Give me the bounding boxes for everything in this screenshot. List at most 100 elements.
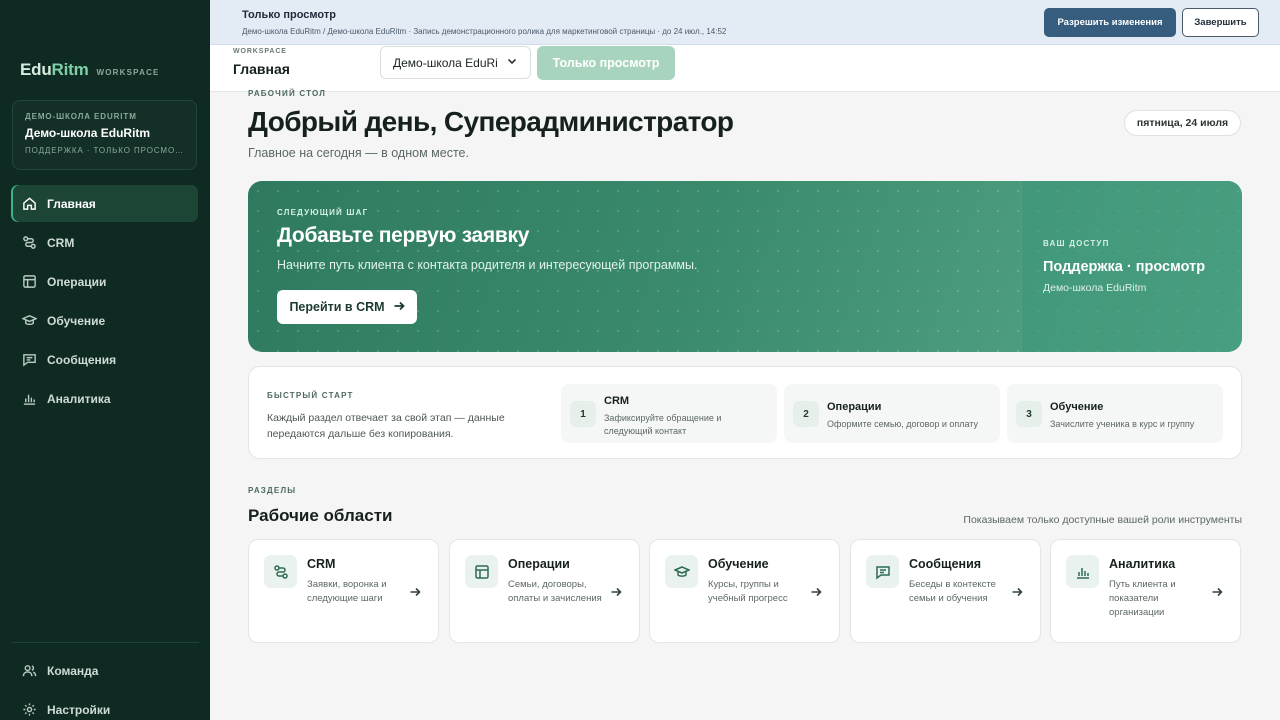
logo[interactable]: EduRitm WORKSPACE	[20, 60, 160, 80]
school-select-value: Демо-школа EduRi	[393, 55, 498, 70]
access-kicker: ВАШ ДОСТУП	[1043, 239, 1110, 248]
step-title: Операции	[827, 401, 882, 413]
org-role: ПОДДЕРЖКА · ТОЛЬКО ПРОСМОТР	[25, 146, 184, 155]
hero-kicker: СЛЕДУЮЩИЙ ШАГ	[277, 208, 369, 217]
workspace-header: WORKSPACE Главная Демо-школа EduRi Тольк…	[210, 45, 1280, 92]
table-icon	[465, 555, 498, 588]
quick-step-crm[interactable]: 1 CRM Зафиксируйте обращение и следующий…	[561, 384, 777, 443]
sidebar-item-home[interactable]: Главная	[11, 185, 198, 222]
sidebar-item-team[interactable]: Команда	[11, 652, 198, 689]
sidebar-item-label: Главная	[47, 196, 96, 211]
readonly-banner: Только просмотр Демо-школа EduRitm / Дем…	[210, 0, 1280, 45]
greeting-subtitle: Главное на сегодня — в одном месте.	[248, 146, 469, 160]
step-title: Обучение	[1050, 401, 1104, 413]
banner-title: Только просмотр	[242, 9, 336, 21]
chart-icon	[21, 391, 37, 407]
card-description: Семьи, договоры, оплаты и зачисления	[508, 579, 602, 604]
step-number: 2	[793, 401, 819, 427]
sidebar-item-learning[interactable]: Обучение	[11, 302, 198, 339]
workspace-card-crm[interactable]: CRM Заявки, воронка и следующие шаги	[248, 539, 439, 643]
school-select[interactable]: Демо-школа EduRi	[380, 46, 531, 79]
workspace-kicker: WORKSPACE	[233, 48, 287, 55]
sidebar-divider	[12, 642, 199, 643]
workspace-card-messages[interactable]: Сообщения Беседы в контексте семьи и обу…	[850, 539, 1041, 643]
access-panel: ВАШ ДОСТУП Поддержка · просмотр Демо-шко…	[1021, 181, 1242, 352]
sidebar-item-settings[interactable]: Настройки	[11, 691, 198, 720]
sidebar-item-label: Операции	[47, 274, 107, 289]
greeting-heading: Добрый день, Суперадминистратор	[248, 106, 734, 137]
crm-icon	[21, 235, 37, 251]
readonly-badge: Только просмотр	[537, 46, 675, 80]
arrow-right-icon	[1211, 585, 1223, 597]
arrow-right-icon	[810, 585, 822, 597]
logo-subtitle: WORKSPACE	[96, 68, 160, 77]
quick-start-card: БЫСТРЫЙ СТАРТ Каждый раздел отвечает за …	[248, 366, 1242, 459]
logo-text: EduRitm	[20, 60, 89, 79]
card-title: CRM	[307, 557, 336, 571]
quick-step-learning[interactable]: 3 Обучение Зачислите ученика в курс и гр…	[1007, 384, 1223, 443]
organization-switcher[interactable]: ДЕМО-ШКОЛА EDURITM Демо-школа EduRitm ПО…	[12, 100, 197, 170]
step-description: Оформите семью, договор и оплату	[827, 419, 979, 429]
sidebar-item-label: Команда	[47, 663, 99, 678]
sections-kicker: РАЗДЕЛЫ	[248, 486, 297, 495]
workspace-card-analytics[interactable]: Аналитика Путь клиента и показатели орга…	[1050, 539, 1241, 643]
card-title: Аналитика	[1109, 557, 1176, 571]
sidebar-item-label: Обучение	[47, 313, 106, 328]
dashboard-kicker: РАБОЧИЙ СТОЛ	[248, 89, 327, 98]
card-description: Заявки, воронка и следующие шаги	[307, 579, 387, 604]
card-title: Сообщения	[909, 557, 982, 571]
arrow-right-icon	[409, 585, 421, 597]
go-to-crm-button[interactable]: Перейти в CRM	[277, 290, 417, 324]
page-title: Главная	[233, 61, 290, 77]
banner-subtitle: Демо-школа EduRitm / Демо-школа EduRitm …	[242, 27, 727, 36]
crm-icon	[264, 555, 297, 588]
team-icon	[21, 663, 37, 679]
message-icon	[21, 352, 37, 368]
step-title: CRM	[604, 395, 630, 407]
date-badge: пятница, 24 июля	[1124, 110, 1241, 136]
table-icon	[21, 274, 37, 290]
sections-title: Рабочие области	[248, 506, 393, 525]
sidebar-item-label: Сообщения	[47, 352, 117, 367]
workspace-cards: CRM Заявки, воронка и следующие шаги Опе…	[248, 539, 1242, 643]
next-step-card: СЛЕДУЮЩИЙ ШАГ Добавьте первую заявку Нач…	[248, 181, 1242, 352]
workspace-card-learning[interactable]: Обучение Курсы, группы и учебный прогрес…	[649, 539, 840, 643]
card-title: Операции	[508, 557, 570, 571]
graduation-cap-icon	[21, 313, 37, 329]
sidebar-bottom-nav: Команда Настройки	[11, 652, 198, 720]
step-description: Зафиксируйте обращение и следующий конта…	[604, 413, 722, 436]
sections-note: Показываем только доступные вашей роли и…	[963, 514, 1242, 526]
sidebar-nav: Главная CRM Операции Обучение Сообщения …	[11, 185, 198, 419]
step-number: 3	[1016, 401, 1042, 427]
message-icon	[866, 555, 899, 588]
sidebar-item-operations[interactable]: Операции	[11, 263, 198, 300]
sidebar-item-label: Аналитика	[47, 391, 111, 406]
gear-icon	[21, 702, 37, 718]
sidebar-item-label: Настройки	[47, 702, 111, 717]
arrow-right-icon	[1011, 585, 1023, 597]
sidebar-item-analytics[interactable]: Аналитика	[11, 380, 198, 417]
hero-title: Добавьте первую заявку	[277, 224, 530, 247]
allow-changes-button[interactable]: Разрешить изменения	[1044, 8, 1176, 37]
home-icon	[21, 196, 37, 212]
workspace-card-operations[interactable]: Операции Семьи, договоры, оплаты и зачис…	[449, 539, 640, 643]
go-to-crm-label: Перейти в CRM	[289, 300, 385, 314]
org-kicker: ДЕМО-ШКОЛА EDURITM	[25, 112, 137, 121]
arrow-right-icon	[393, 300, 405, 315]
step-number: 1	[570, 401, 596, 427]
graduation-cap-icon	[665, 555, 698, 588]
sidebar-item-label: CRM	[47, 235, 75, 250]
quick-start-description: Каждый раздел отвечает за свой этап — да…	[267, 412, 505, 440]
arrow-right-icon	[610, 585, 622, 597]
chart-icon	[1066, 555, 1099, 588]
sidebar: EduRitm WORKSPACE ДЕМО-ШКОЛА EDURITM Дем…	[0, 0, 210, 720]
step-description: Зачислите ученика в курс и группу	[1050, 419, 1195, 429]
sidebar-item-crm[interactable]: CRM	[11, 224, 198, 261]
card-title: Обучение	[708, 557, 769, 571]
quick-step-operations[interactable]: 2 Операции Оформите семью, договор и опл…	[784, 384, 1000, 443]
card-description: Курсы, группы и учебный прогресс	[708, 579, 788, 604]
sidebar-item-messages[interactable]: Сообщения	[11, 341, 198, 378]
finish-button[interactable]: Завершить	[1182, 8, 1259, 37]
org-name: Демо-школа EduRitm	[25, 126, 151, 140]
chevron-down-icon	[506, 55, 518, 70]
